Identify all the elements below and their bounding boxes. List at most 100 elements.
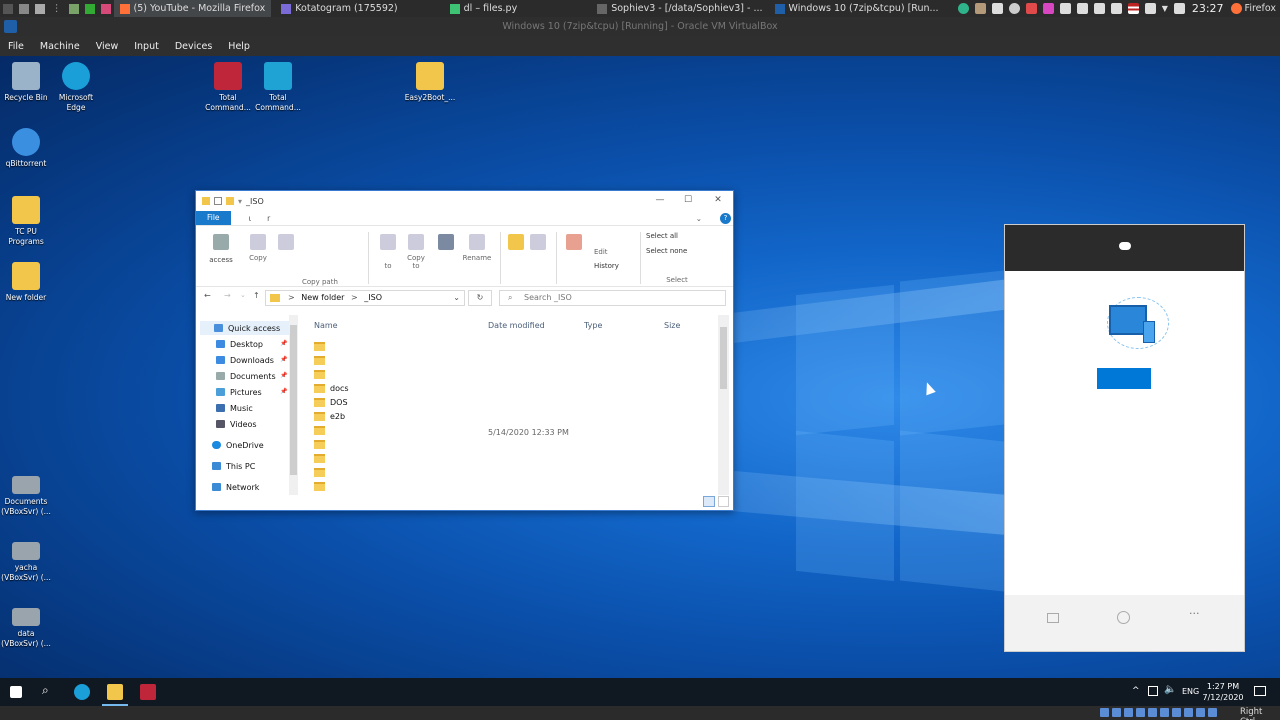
move-to-button[interactable]: to [378,234,398,270]
qat-dropdown-icon[interactable]: ▾ [238,197,242,206]
desktop-icon-edge[interactable]: Microsoft Edge [50,62,102,113]
paste-button[interactable] [278,234,294,252]
nav-scrollbar[interactable] [289,315,298,495]
file-row[interactable] [314,367,330,381]
notifications-icon[interactable] [1254,686,1266,696]
menu-devices[interactable]: Devices [167,41,220,52]
mail-icon[interactable] [1144,3,1156,14]
keyboard-layout-flag-icon[interactable] [1127,3,1139,14]
select-all-button[interactable]: Select all [646,232,706,240]
hard-disk-icon[interactable] [1100,708,1109,717]
menu-machine[interactable]: Machine [32,41,88,52]
show-hidden-icons[interactable]: ^ [1132,686,1140,696]
breadcrumb-parent[interactable]: New folder [301,293,344,302]
host-terminal-icon[interactable] [35,3,45,14]
host-launcher-icon[interactable] [100,3,111,14]
tab-share[interactable]: r [267,214,270,223]
close-button[interactable]: ✕ [712,195,724,205]
menu-view[interactable]: View [88,41,127,52]
file-explorer-icon[interactable] [107,684,123,700]
file-list-scroll-thumb[interactable] [720,327,727,389]
nav-documents[interactable]: Documents [216,369,276,383]
host-task-kotatogram[interactable]: Kotatogram (175592) [275,0,403,17]
power-icon[interactable] [1076,3,1088,14]
host-launcher-icon[interactable] [84,3,95,14]
window-icon[interactable] [1047,613,1059,623]
up-icon[interactable]: ↑ [253,291,260,300]
nav-quick-access[interactable]: Quick access [200,321,291,335]
file-list-scrollbar[interactable] [718,315,729,495]
tray-app-icon[interactable] [1173,3,1185,14]
nav-downloads[interactable]: Downloads [216,353,274,367]
maximize-button[interactable]: ☐ [682,195,694,205]
edge-icon[interactable] [74,684,90,700]
file-row[interactable]: docs [314,381,349,395]
host-clock[interactable]: 23:27 [1192,2,1224,15]
new-folder-icon[interactable] [226,197,234,205]
address-dropdown-icon[interactable]: ⌄ [453,291,460,305]
app-primary-button[interactable] [1097,368,1151,389]
globe-icon[interactable] [1117,611,1130,624]
total-commander-icon[interactable] [140,684,156,700]
desktop-icon-network-drive[interactable]: Documents (VBoxSvr) (... [0,470,52,517]
mouse-integration-icon[interactable] [1208,708,1217,717]
forward-icon[interactable]: → [224,291,231,300]
host-desktop-icon[interactable] [19,3,29,14]
column-type[interactable]: Type [584,321,602,330]
nav-onedrive[interactable]: OneDrive [212,438,264,452]
recording-icon[interactable] [1184,708,1193,717]
copy-to-button[interactable]: Copy to [404,234,428,270]
refresh-button[interactable]: ↻ [468,290,492,306]
file-row[interactable] [314,339,330,353]
tray-app-icon[interactable] [1008,3,1020,14]
details-view-icon[interactable] [703,496,715,507]
file-row[interactable] [314,451,330,465]
delete-button[interactable] [438,234,454,252]
recent-locations-icon[interactable]: ⌄ [240,291,246,299]
column-date-modified[interactable]: Date modified [488,321,545,330]
input-language[interactable]: ENG [1182,687,1199,696]
network-icon[interactable] [1093,3,1105,14]
desktop-icon-total-commander[interactable]: Total Command... [252,62,304,113]
guest-clock[interactable]: 1:27 PM 7/12/2020 [1198,681,1248,703]
nav-music[interactable]: Music [216,401,253,415]
desktop-icon-easy2boot[interactable]: Easy2Boot_... [404,62,456,103]
tray-app-icon[interactable] [1042,3,1054,14]
pin-quick-access-button[interactable]: access [206,234,236,264]
search-icon[interactable]: ⌕ [42,683,56,699]
file-row[interactable] [314,479,330,493]
copy-path-button[interactable]: Copy path [302,278,354,286]
back-icon[interactable]: ← [204,291,211,300]
volume-icon[interactable]: 🔈 [1164,684,1176,695]
battery-icon[interactable] [1110,3,1122,14]
select-none-button[interactable]: Select none [646,247,706,255]
large-icons-view-icon[interactable] [718,496,729,507]
menu-file[interactable]: File [0,41,32,52]
menu-input[interactable]: Input [126,41,167,52]
nav-videos[interactable]: Videos [216,417,257,431]
display-icon[interactable] [1172,708,1181,717]
host-launcher-icon[interactable] [68,3,79,14]
file-row[interactable] [314,437,330,451]
edit-button[interactable]: Edit [594,248,634,256]
desktop-icon-network-drive[interactable]: data (VBoxSvr) (... [0,602,52,649]
nav-this-pc[interactable]: This PC [212,459,255,473]
shared-folders-icon[interactable] [1160,708,1169,717]
minimize-button[interactable]: — [654,195,666,205]
new-folder-button[interactable] [508,234,524,252]
more-icon[interactable]: ··· [1189,607,1200,620]
column-name[interactable]: Name [314,321,338,330]
desktop-icon-tcpu[interactable]: TC PU Programs [0,196,52,247]
tray-app-icon[interactable] [991,3,1003,14]
windows-start-icon[interactable] [10,686,22,698]
copy-button[interactable]: Copy [246,234,270,262]
tray-app-icon[interactable] [1025,3,1037,14]
network-icon[interactable] [1148,686,1158,696]
nav-scroll-thumb[interactable] [290,325,297,475]
host-task-virtualbox[interactable]: Windows 10 (7zip&tcpu) [Run... [769,0,945,17]
history-button[interactable]: History [594,262,638,270]
network-adapter-icon[interactable] [1136,708,1145,717]
help-icon[interactable]: ? [720,212,731,224]
desktop-icon-recycle-bin[interactable]: Recycle Bin [0,62,52,103]
rename-button[interactable]: Rename [462,234,492,262]
